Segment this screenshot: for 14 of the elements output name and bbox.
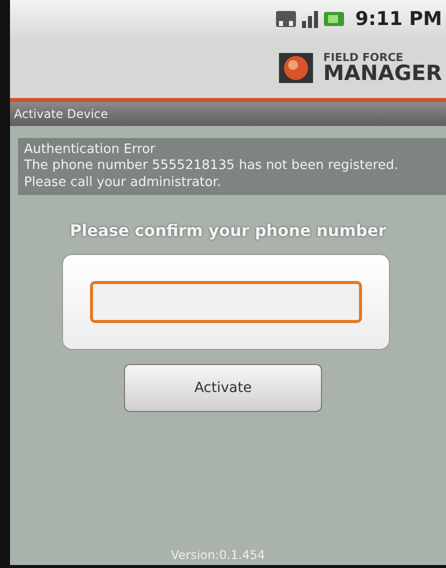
- battery-icon: [323, 10, 346, 28]
- error-title: Authentication Error: [24, 142, 156, 158]
- prompt-text: Please confirm your phone number: [68, 220, 388, 240]
- phone-input-field[interactable]: [90, 280, 362, 323]
- activate-button[interactable]: Activate: [124, 364, 322, 412]
- error-message: The phone number 5555218135 has not been registered. Please call your administrator.: [24, 158, 400, 191]
- logo-title: MANAGER: [323, 63, 442, 84]
- logo-subtitle: FIELD FORCE: [323, 52, 404, 63]
- version-text: Version:0.1.454: [170, 548, 266, 564]
- network-icon: [275, 9, 298, 29]
- clock-time: 9:11 PM: [355, 8, 442, 30]
- screen-title: Activate Device: [14, 107, 108, 121]
- logo-icon: [277, 51, 316, 85]
- signal-icon: [301, 9, 320, 29]
